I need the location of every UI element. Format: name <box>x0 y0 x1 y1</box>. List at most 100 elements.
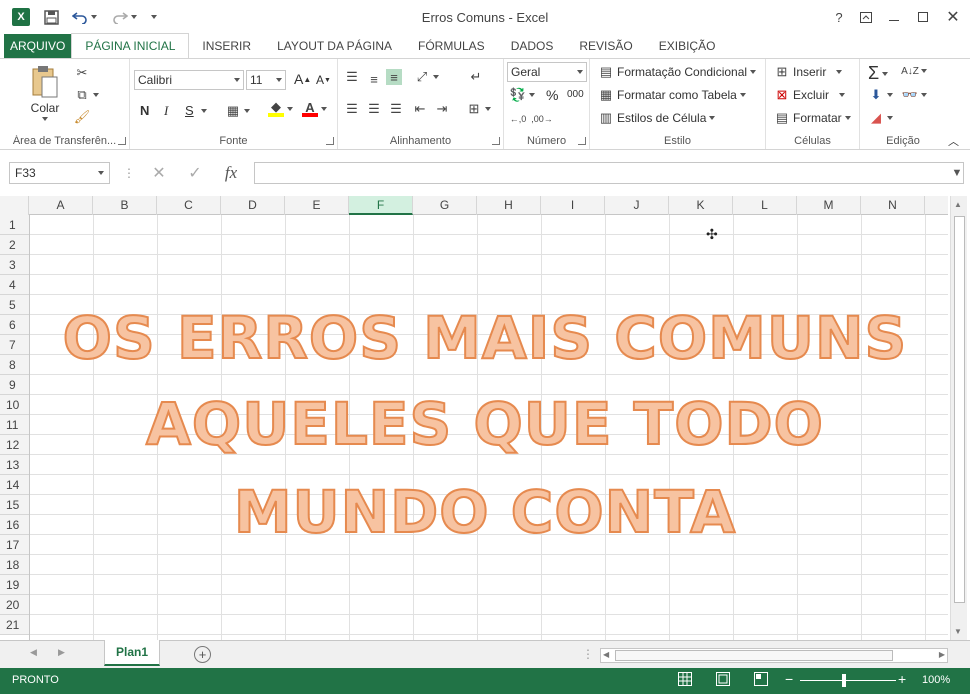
worksheet-grid[interactable]: ABCDEFGHIJKLMN 1 2 3 4 5 6 7 8 9 10 11 12 13 14 15 16 17… <box>0 196 970 640</box>
expand-formula-bar-icon[interactable]: ▼ <box>946 163 968 183</box>
wrap-text-button[interactable]: ↵ <box>468 69 484 85</box>
cell-styles-button[interactable]: ▥ Estilos de Célula <box>598 110 716 126</box>
row-header-21[interactable]: 21 <box>0 615 29 635</box>
select-all-corner[interactable] <box>0 196 29 215</box>
sort-filter-button[interactable]: A↓Z <box>901 63 927 79</box>
column-header-d[interactable]: D <box>221 196 285 215</box>
column-header-h[interactable]: H <box>477 196 541 215</box>
enter-icon[interactable]: ✓ <box>184 163 206 183</box>
column-header-f[interactable]: F <box>349 196 413 215</box>
align-top-button[interactable]: ☰ <box>344 69 360 85</box>
zoom-level[interactable]: 100% <box>922 674 950 686</box>
row-header-19[interactable]: 19 <box>0 575 29 595</box>
autosum-button[interactable]: Σ <box>868 63 889 84</box>
row-header-18[interactable]: 18 <box>0 555 29 575</box>
insert-function-icon[interactable]: fx <box>220 163 242 183</box>
currency-button[interactable]: 💱 <box>510 87 535 103</box>
format-painter-button[interactable]: 🖌 <box>74 109 91 125</box>
maximize-icon[interactable] <box>912 6 934 28</box>
scroll-right-icon[interactable]: ▶ <box>939 650 945 659</box>
copy-button[interactable]: ⧉ <box>74 87 99 103</box>
scroll-left-icon[interactable]: ◀ <box>603 650 609 659</box>
align-center-button[interactable]: ☰ <box>366 101 382 117</box>
tab-exibicao[interactable]: EXIBIÇÃO <box>646 34 729 58</box>
tab-inserir[interactable]: INSERIR <box>189 34 264 58</box>
tab-splitter-icon[interactable]: ⋮ <box>582 647 594 661</box>
clear-button[interactable]: ◢ <box>868 110 893 126</box>
tab-layout-da-pagina[interactable]: LAYOUT DA PÁGINA <box>264 34 405 58</box>
column-header-m[interactable]: M <box>797 196 861 215</box>
increase-decimal-button[interactable]: ←,0 <box>510 111 527 127</box>
bold-button[interactable]: N <box>140 103 149 118</box>
delete-cells-button[interactable]: ⊠ Excluir <box>774 87 846 103</box>
decrease-indent-button[interactable]: ⇤ <box>412 101 428 117</box>
cut-button[interactable]: ✂ <box>74 65 90 81</box>
percent-button[interactable]: % <box>546 87 558 103</box>
find-select-button[interactable]: 👓 <box>902 87 927 103</box>
font-color-button[interactable]: A <box>302 100 327 117</box>
row-header-13[interactable]: 13 <box>0 455 29 475</box>
scroll-down-icon[interactable]: ▼ <box>954 627 962 636</box>
row-header-1[interactable]: 1 <box>0 215 29 235</box>
align-middle-button[interactable]: ≡ <box>366 71 382 87</box>
decrease-decimal-button[interactable]: ,00→ <box>531 111 553 127</box>
italic-button[interactable]: I <box>164 103 168 119</box>
shrink-font-button[interactable]: A ▼ <box>316 73 331 87</box>
merge-center-button[interactable]: ⊞ <box>466 101 491 117</box>
borders-button[interactable]: ▦ <box>225 103 250 119</box>
thousands-button[interactable]: 000 <box>567 89 584 100</box>
column-header-b[interactable]: B <box>93 196 157 215</box>
prev-sheet-icon[interactable]: ◀ <box>30 647 37 658</box>
tab-arquivo[interactable]: ARQUIVO <box>4 34 72 58</box>
column-header-k[interactable]: K <box>669 196 733 215</box>
row-header-20[interactable]: 20 <box>0 595 29 615</box>
zoom-out-icon[interactable]: − <box>785 671 793 687</box>
tab-formulas[interactable]: FÓRMULAS <box>405 34 498 58</box>
column-header-g[interactable]: G <box>413 196 477 215</box>
close-icon[interactable]: ✕ <box>942 6 964 28</box>
format-cells-button[interactable]: ▤ Formatar <box>774 110 851 126</box>
font-size-combo[interactable]: 11 <box>246 70 286 90</box>
page-layout-view-icon[interactable] <box>716 672 730 686</box>
row-header-2[interactable]: 2 <box>0 235 29 255</box>
horizontal-scrollbar[interactable]: ◀ ▶ <box>600 648 948 663</box>
page-break-view-icon[interactable] <box>754 672 768 686</box>
undo-icon[interactable] <box>68 7 100 27</box>
ribbon-display-icon[interactable] <box>855 6 877 28</box>
paste-button[interactable]: Colar <box>30 65 60 121</box>
conditional-formatting-button[interactable]: ▤ Formatação Condicional <box>598 64 757 80</box>
minimize-icon[interactable] <box>883 6 905 28</box>
wordart-line-1[interactable]: OS ERROS MAIS COMUNS <box>0 303 970 373</box>
alignment-launcher-icon[interactable] <box>492 137 500 145</box>
align-right-button[interactable]: ☰ <box>388 101 404 117</box>
horizontal-scroll-thumb[interactable] <box>615 650 893 661</box>
tab-pagina-inicial[interactable]: PÁGINA INICIAL <box>71 33 190 58</box>
wordart-line-2[interactable]: AQUELES QUE TODO <box>0 389 970 459</box>
column-header-n[interactable]: N <box>861 196 925 215</box>
column-header-l[interactable]: L <box>733 196 797 215</box>
zoom-slider[interactable] <box>800 680 896 681</box>
excel-app-icon[interactable]: X <box>10 7 32 27</box>
column-header-a[interactable]: A <box>29 196 93 215</box>
increase-indent-button[interactable]: ⇥ <box>434 101 450 117</box>
zoom-in-icon[interactable]: + <box>898 671 906 687</box>
sheet-tab-plan1[interactable]: Plan1 <box>104 640 160 666</box>
zoom-slider-thumb[interactable] <box>842 674 846 687</box>
number-launcher-icon[interactable] <box>578 137 586 145</box>
underline-button[interactable]: S <box>185 103 194 118</box>
add-sheet-icon[interactable]: + <box>194 646 211 663</box>
normal-view-icon[interactable] <box>678 672 692 686</box>
fill-button[interactable]: ⬇ <box>868 87 893 103</box>
collapse-ribbon-icon[interactable]: ︿ <box>948 133 959 149</box>
format-as-table-button[interactable]: ▦ Formatar como Tabela <box>598 87 746 103</box>
align-left-button[interactable]: ☰ <box>344 101 360 117</box>
number-format-combo[interactable]: Geral <box>507 62 587 82</box>
row-header-3[interactable]: 3 <box>0 255 29 275</box>
cancel-icon[interactable]: ✕ <box>148 163 170 183</box>
formula-input[interactable] <box>254 162 964 184</box>
fill-color-button[interactable]: ◆ <box>268 99 293 117</box>
font-name-combo[interactable]: Calibri <box>134 70 244 90</box>
grow-font-button[interactable]: A ▲ <box>294 71 311 87</box>
tab-revisao[interactable]: REVISÃO <box>566 34 645 58</box>
insert-cells-button[interactable]: ⊞ Inserir <box>774 64 843 80</box>
